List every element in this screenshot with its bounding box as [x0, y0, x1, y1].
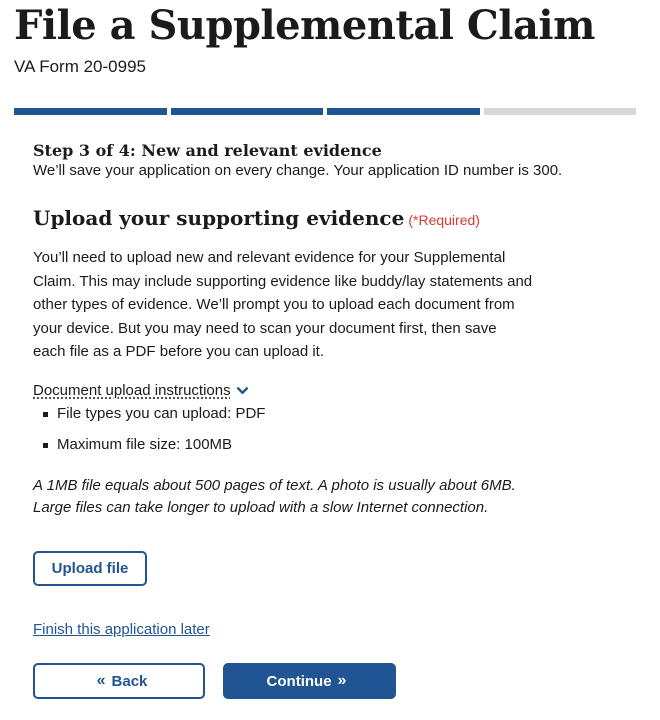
supplemental-claim-page: File a Supplemental Claim VA Form 20-099… — [0, 0, 660, 720]
back-arrow-icon: « — [96, 672, 106, 689]
progress-bar — [14, 108, 636, 115]
section-title: Upload your supporting evidence (*Require… — [33, 204, 480, 234]
upload-instructions-label: Document upload instructions — [33, 382, 231, 399]
progress-segment-4 — [483, 108, 636, 115]
continue-arrow-icon: » — [337, 672, 347, 689]
continue-button[interactable]: Continue » — [223, 663, 396, 699]
page-title: File a Supplemental Claim — [14, 2, 595, 49]
continue-button-label: Continue — [266, 672, 332, 690]
list-item: File types you can upload: PDF — [41, 404, 265, 424]
back-button-label: Back — [111, 672, 148, 690]
file-size-note: A 1MB file equals about 500 pages of tex… — [33, 477, 516, 516]
upload-requirements-list: File types you can upload: PDF Maximum f… — [41, 404, 265, 455]
section-title-text: Upload your supporting evidence — [33, 206, 405, 230]
progress-segment-2 — [170, 108, 323, 115]
required-marker: (*Required) — [408, 212, 480, 228]
upload-instructions-toggle[interactable]: Document upload instructions — [33, 381, 248, 401]
save-notice: We’ll save your application on every cha… — [33, 162, 563, 179]
bullet-icon — [43, 412, 48, 417]
list-item-text: Maximum file size: 100MB — [57, 436, 233, 453]
back-button[interactable]: « Back — [33, 663, 205, 699]
list-item-text: File types you can upload: PDF — [57, 405, 266, 422]
bullet-icon — [43, 443, 48, 448]
progress-segment-1 — [14, 108, 167, 115]
step-title: Step 3 of 4: New and relevant evidence — [33, 141, 382, 160]
progress-segment-3 — [327, 108, 480, 115]
chevron-down-icon — [236, 381, 248, 401]
upload-file-button[interactable]: Upload file — [33, 551, 147, 586]
intro-text: You’ll need to upload new and relevant e… — [33, 249, 533, 360]
form-number: VA Form 20-0995 — [14, 57, 146, 76]
list-item: Maximum file size: 100MB — [41, 435, 265, 455]
finish-later-link[interactable]: Finish this application later — [33, 620, 210, 640]
